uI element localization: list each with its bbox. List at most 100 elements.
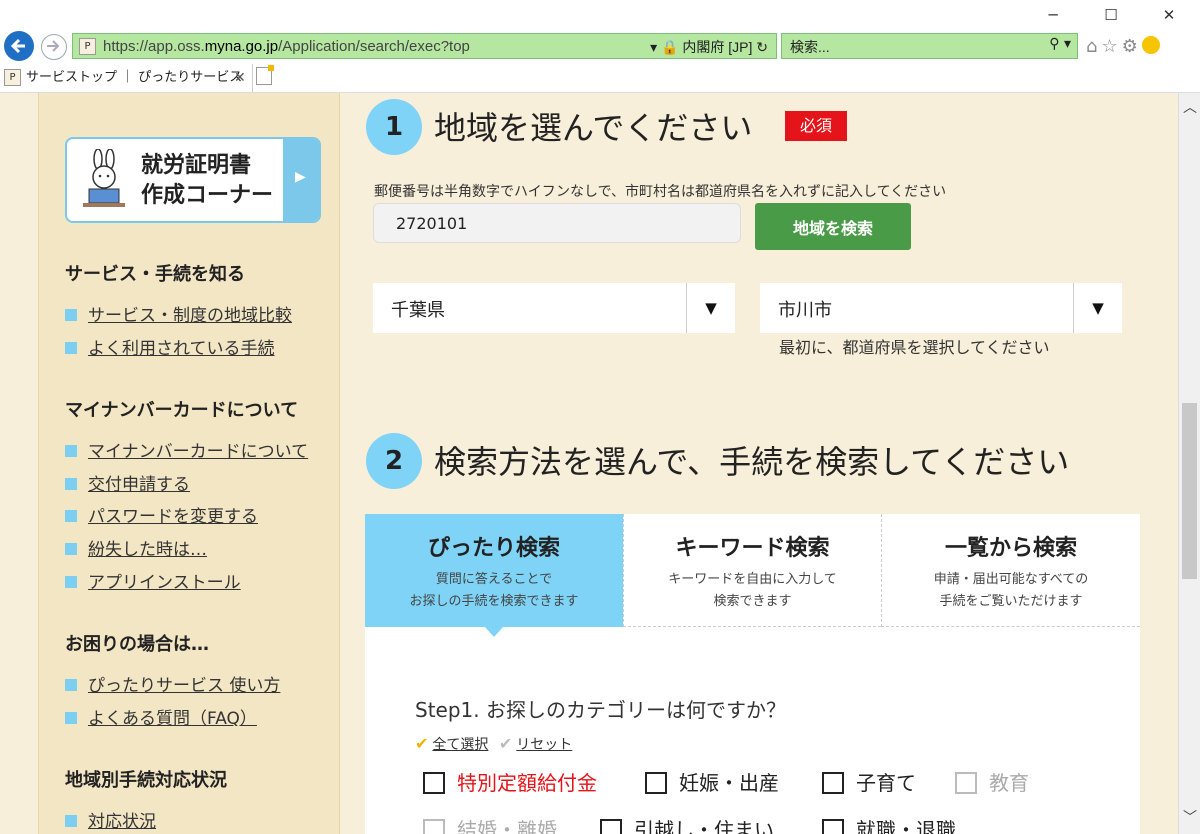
window-titlebar: ─ ☐ ✕ bbox=[0, 0, 1200, 30]
check-icon: ✔ bbox=[415, 734, 429, 753]
active-tab-caret bbox=[485, 627, 503, 637]
site-identity[interactable]: ▾ 🔒 内閣府 [JP] ↻ bbox=[650, 37, 768, 57]
sidebar-heading: マイナンバーカードについて bbox=[65, 400, 299, 421]
new-tab-icon[interactable] bbox=[256, 65, 274, 85]
scrollbar-thumb[interactable] bbox=[1182, 403, 1197, 579]
sidebar-link[interactable]: ぴったりサービス 使い方 bbox=[65, 671, 280, 696]
scroll-down-icon[interactable]: ﹀ bbox=[1183, 807, 1197, 827]
favorites-star-icon[interactable]: ☆ bbox=[1101, 36, 1121, 57]
checkbox-icon bbox=[423, 771, 445, 794]
tab-close-icon[interactable]: ✕ bbox=[234, 65, 246, 91]
tab-title: ぴったり検索 bbox=[427, 536, 560, 561]
banner-line1: 就労証明書 bbox=[141, 153, 252, 178]
sidebar-link[interactable]: 紛失した時は… bbox=[65, 535, 207, 560]
minimize-button[interactable]: ─ bbox=[1030, 4, 1076, 28]
dropdown-arrow-icon[interactable]: ▼ bbox=[1073, 283, 1122, 333]
feedback-smiley-icon[interactable] bbox=[1141, 36, 1160, 54]
forward-button[interactable] bbox=[41, 34, 67, 60]
home-icon[interactable]: ⌂ bbox=[1086, 36, 1101, 57]
postal-code-input[interactable] bbox=[373, 203, 741, 243]
bullet-icon bbox=[65, 543, 77, 555]
tab-title: 一覧から検索 bbox=[944, 536, 1077, 561]
city-note: 最初に、都道府県を選択してください bbox=[779, 338, 1050, 357]
category-checkbox[interactable]: 引越し・住まい bbox=[600, 814, 774, 834]
sidebar-heading: サービス・手続を知る bbox=[65, 264, 245, 285]
vertical-scrollbar[interactable]: ︿ ﹀ bbox=[1178, 93, 1200, 834]
tab-favicon-icon: P bbox=[4, 69, 21, 86]
dropdown-arrow-icon[interactable]: ▼ bbox=[686, 283, 735, 333]
site-favicon-icon: P bbox=[79, 38, 96, 55]
chevron-right-icon: ▶ bbox=[295, 169, 306, 185]
employment-cert-banner[interactable]: 就労証明書 作成コーナー ▶ bbox=[65, 137, 321, 223]
category-checkbox[interactable]: 結婚・離婚 bbox=[423, 814, 557, 834]
category-checkbox[interactable]: 妊娠・出産 bbox=[645, 767, 779, 796]
tab-title: サービストップ ｜ ぴったりサービス bbox=[26, 70, 243, 85]
banner-line2: 作成コーナー bbox=[141, 183, 274, 208]
url-text[interactable]: https://app.oss.myna.go.jp/Application/s… bbox=[103, 38, 470, 55]
tab-list-search[interactable]: 一覧から検索 申請・届出可能なすべての 手続をご覧いただけます bbox=[881, 514, 1140, 627]
step1-title: 地域を選んでください bbox=[434, 109, 753, 147]
refresh-icon: ↻ bbox=[756, 39, 768, 55]
step1-question: Step1. お探しのカテゴリーは何ですか？ bbox=[415, 698, 786, 722]
bullet-icon bbox=[65, 712, 77, 724]
checkbox-icon bbox=[645, 771, 667, 794]
bullet-icon bbox=[65, 342, 77, 354]
sidebar-link[interactable]: よくある質問（FAQ） bbox=[65, 704, 257, 729]
checkbox-icon bbox=[822, 818, 844, 834]
address-row: P https://app.oss.myna.go.jp/Application… bbox=[0, 30, 1200, 62]
search-method-panel: ぴったり検索 質問に答えることで お探しの手続を検索できます キーワード検索 キー… bbox=[365, 514, 1140, 834]
sidebar-heading: 地域別手続対応状況 bbox=[65, 770, 227, 791]
tab-desc: 申請・届出可能なすべての 手続をご覧いただけます bbox=[933, 572, 1089, 609]
browser-search-input[interactable] bbox=[788, 37, 1012, 57]
prefecture-select[interactable]: 千葉県 ▼ bbox=[373, 283, 735, 333]
sidebar-link[interactable]: マイナンバーカードについて bbox=[65, 437, 308, 462]
address-bar[interactable]: P https://app.oss.myna.go.jp/Application… bbox=[72, 33, 777, 59]
bullet-icon bbox=[65, 478, 77, 490]
banner-text: 就労証明書 作成コーナー bbox=[141, 151, 273, 211]
tab-desc: キーワードを自由に入力して 検索できます bbox=[668, 572, 837, 609]
bullet-icon bbox=[65, 815, 77, 827]
prefecture-value: 千葉県 bbox=[391, 300, 445, 321]
sidebar-link[interactable]: アプリインストール bbox=[65, 568, 241, 593]
bullet-icon bbox=[65, 309, 77, 321]
forward-arrow-icon bbox=[47, 40, 60, 52]
scroll-up-icon[interactable]: ︿ bbox=[1183, 97, 1197, 117]
browser-tab-active[interactable]: P サービストップ ｜ ぴったりサービス ✕ bbox=[0, 64, 253, 92]
check-icon: ✔ bbox=[498, 734, 513, 753]
search-area-button[interactable]: 地域を検索 bbox=[755, 203, 911, 250]
bullet-icon bbox=[65, 445, 77, 457]
page-viewport: 就労証明書 作成コーナー ▶ サービス・手続を知る サービス・制度の地域比較 よ… bbox=[0, 93, 1178, 834]
sidebar-link[interactable]: よく利用されている手続 bbox=[65, 334, 275, 359]
tab-title: キーワード検索 bbox=[675, 536, 830, 561]
checkbox-icon bbox=[955, 771, 977, 794]
tab-pittari-search[interactable]: ぴったり検索 質問に答えることで お探しの手続を検索できます bbox=[365, 514, 623, 627]
select-all-link[interactable]: 全て選択 bbox=[432, 737, 488, 753]
tab-keyword-search[interactable]: キーワード検索 キーワードを自由に入力して 検索できます bbox=[623, 514, 881, 627]
browser-search-box[interactable]: ⚲ ▾ bbox=[781, 33, 1078, 59]
step2-title: 検索方法を選んで、手続を検索してください bbox=[434, 443, 1070, 481]
sidebar-link[interactable]: 対応状況 bbox=[65, 807, 156, 832]
bullet-icon bbox=[65, 679, 77, 691]
city-value: 市川市 bbox=[778, 300, 832, 321]
rabbit-mascot-icon bbox=[83, 149, 125, 207]
city-select[interactable]: 市川市 ▼ bbox=[760, 283, 1122, 333]
sidebar-heading: お困りの場合は… bbox=[65, 634, 209, 655]
toolbar-icons: ⌂☆⚙ bbox=[1086, 36, 1160, 57]
maximize-button[interactable]: ☐ bbox=[1088, 4, 1134, 28]
search-icon[interactable]: ⚲ ▾ bbox=[1049, 36, 1071, 52]
back-button[interactable] bbox=[4, 31, 34, 61]
sidebar-link[interactable]: 交付申請する bbox=[65, 470, 190, 495]
step1-number: 1 bbox=[366, 99, 422, 155]
category-checkbox[interactable]: 子育て bbox=[822, 767, 916, 796]
category-checkbox[interactable]: 教育 bbox=[955, 767, 1029, 796]
category-checkbox[interactable]: 特別定額給付金 bbox=[423, 767, 597, 796]
postal-hint: 郵便番号は半角数字でハイフンなしで、市町村名は都道府県名を入れずに記入してくださ… bbox=[374, 184, 947, 200]
category-checkbox[interactable]: 就職・退職 bbox=[822, 814, 956, 834]
sidebar-link[interactable]: パスワードを変更する bbox=[65, 502, 258, 527]
required-badge: 必須 bbox=[785, 111, 847, 141]
sidebar-link[interactable]: サービス・制度の地域比較 bbox=[65, 301, 292, 326]
step2-number: 2 bbox=[366, 433, 422, 489]
reset-link[interactable]: リセット bbox=[516, 737, 572, 753]
close-window-button[interactable]: ✕ bbox=[1146, 4, 1192, 28]
gear-icon[interactable]: ⚙ bbox=[1122, 36, 1142, 57]
